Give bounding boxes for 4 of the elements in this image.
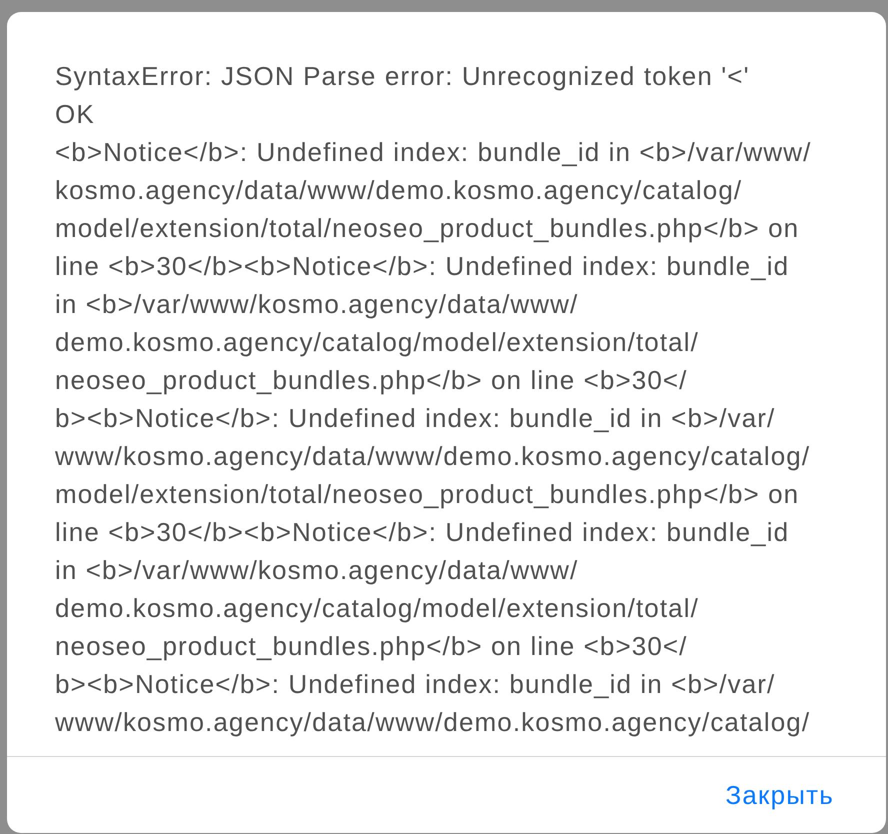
status-text: OK xyxy=(55,98,95,131)
error-message: SyntaxError: JSON Parse error: Unrecognized token '<' xyxy=(55,60,750,93)
close-button[interactable]: Закрыть xyxy=(723,776,836,814)
notice-text: <b>Notice</b>: Undefined index: bundle_id in <b>/var/www/ kosmo.agency/data/www/demo.kosmo.agency/catalog/ model/extension/total/neoseo_product_bundles.php</b> on line <b>30</b><b>Notice</b>: Undefined index: bundle_id in <b>/var/www/kosmo.agency/data/www/ demo.kosmo.agency/catalog/model/extension/total/ neoseo_product_bundles.php</b> on line <b>30</ b><b>Notice</b>: Undefined index: bundle_id in <b>/var/ www/kosmo.agency/data/www/demo.kosmo.agency/catalog/ model/extension/total/neoseo_product_bundles.php</b> on line <b>30</b><b>Notice</b>: Undefined index: bundle_id in <b>/var/www/kosmo.agency/data/www/ demo.kosmo.agency/catalog/model/extension/total/ neoseo_product_bundles.php</b> on line <b>30</ b><b>Notice</b>: Undefined index: bundle_id in <b>/var/ www/kosmo.agency/data/www/demo.kosmo.agency/catalog/ xyxy=(55,136,812,739)
